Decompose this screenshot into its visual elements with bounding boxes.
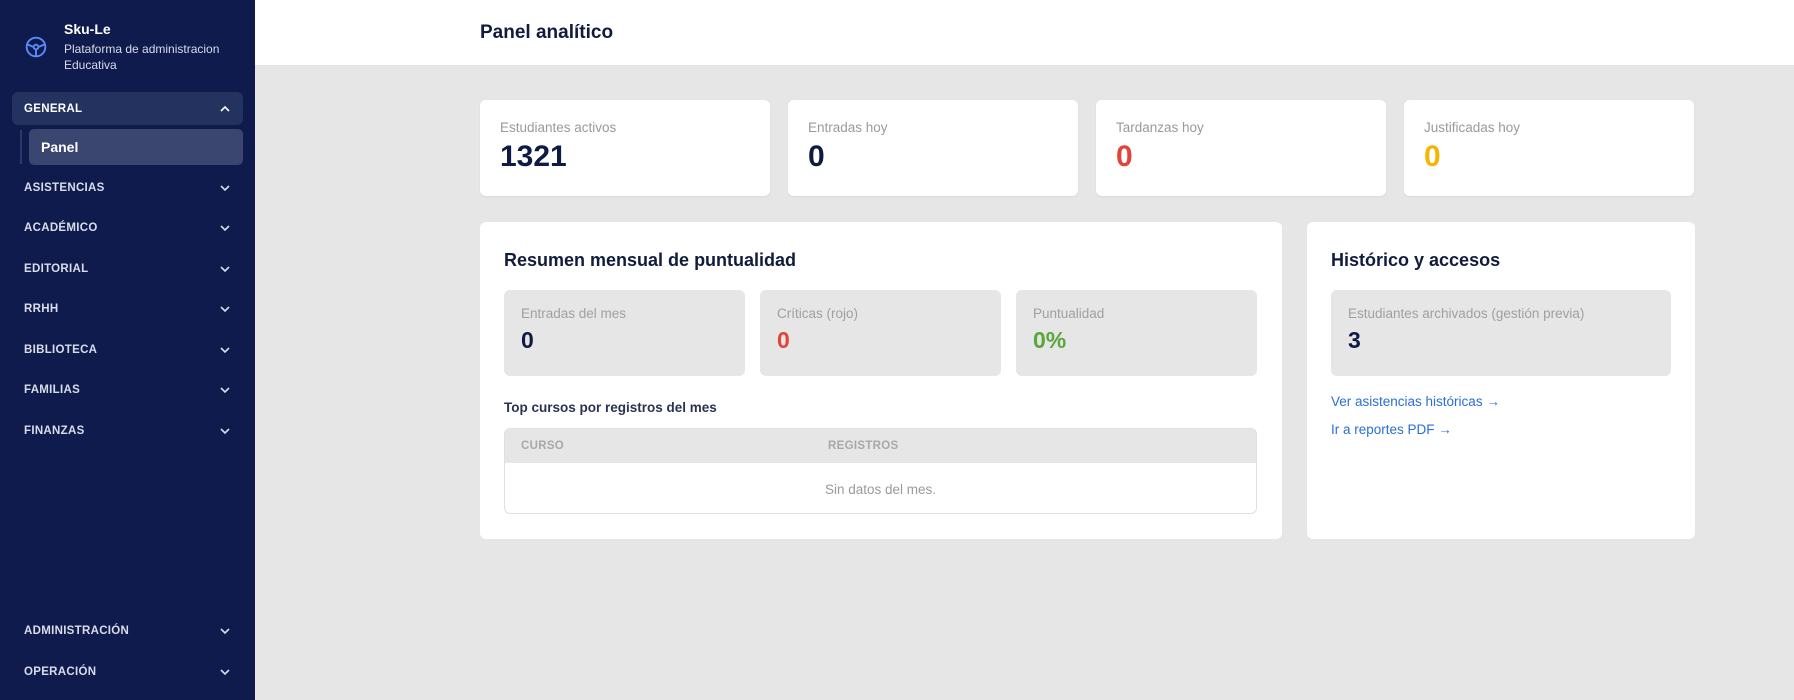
steering-wheel-icon [25,36,47,58]
chevron-down-icon [220,266,230,273]
metric-value: 0 [521,327,534,353]
brand-subtitle: Plataforma de administracion Educativa [64,42,220,72]
sidebar-section-biblioteca[interactable]: BIBLIOTECA [12,334,243,366]
chevron-down-icon [220,225,230,232]
sidebar-section-asistencias[interactable]: ASISTENCIAS [12,172,243,204]
metric-estudiantes-archivados: Estudiantes archivados (gestión previa) … [1331,290,1671,376]
sidebar-section-label: OPERACIÓN [24,666,97,678]
table-empty-message: Sin datos del mes. [824,481,937,497]
history-panel: Histórico y accesos Estudiantes archivad… [1307,222,1695,539]
stat-value: 1321 [500,140,567,173]
stat-value: 0 [808,140,825,173]
stat-card-tardanzas-hoy: Tardanzas hoy 0 [1096,100,1386,196]
stat-value: 0 [1424,140,1441,173]
stat-label: Entradas hoy [808,120,888,135]
sidebar-section-label: FINANZAS [24,425,85,437]
chevron-down-icon [220,306,230,313]
pdf-reports-link[interactable]: Ir a reportes PDF → [1331,422,1452,437]
metric-label: Entradas del mes [521,306,627,321]
sidebar-section-label: ADMINISTRACIÓN [24,625,130,637]
panel-title: Resumen mensual de puntualidad [504,250,797,270]
chevron-down-icon [220,669,230,676]
sidebar-section-label: RRHH [24,303,59,315]
stat-label: Estudiantes activos [500,120,617,135]
sidebar-section-operacion[interactable]: OPERACIÓN [12,656,243,688]
metric-entradas-del-mes: Entradas del mes 0 [504,290,745,376]
sidebar-section-label: ASISTENCIAS [24,182,105,194]
panel-title: Histórico y accesos [1331,250,1501,270]
metric-value: 3 [1348,327,1361,353]
sidebar-section-academico[interactable]: ACADÉMICO [12,212,243,244]
top-courses-table: CURSO REGISTROS Sin datos del mes. [504,428,1257,514]
column-header-registros[interactable]: REGISTROS [828,440,898,452]
metric-criticas: Críticas (rojo) 0 [760,290,1001,376]
metric-label: Puntualidad [1033,306,1105,321]
chevron-up-icon [220,105,230,112]
sidebar-section-general[interactable]: GENERAL [12,92,243,125]
chevron-down-icon [220,185,230,192]
historical-attendance-link[interactable]: Ver asistencias históricas → [1331,394,1500,409]
sidebar-section-rrhh[interactable]: RRHH [12,293,243,325]
sidebar-section-label: BIBLIOTECA [24,344,98,356]
page-title: Panel analítico [480,22,614,43]
sidebar-section-label: GENERAL [24,102,83,115]
metric-label: Estudiantes archivados (gestión previa) [1348,306,1585,321]
submenu-line [20,130,22,164]
table-header: CURSO REGISTROS [505,429,1256,463]
monthly-summary-panel: Resumen mensual de puntualidad Entradas … [480,222,1282,539]
sidebar-section-label: EDITORIAL [24,263,89,275]
stat-label: Tardanzas hoy [1116,120,1204,135]
brand-name: Sku-Le [64,21,111,37]
stat-card-justificadas-hoy: Justificadas hoy 0 [1404,100,1694,196]
column-header-curso[interactable]: CURSO [505,440,828,452]
sidebar-section-label: FAMILIAS [24,384,81,396]
sidebar: Sku-Le Plataforma de administracion Educ… [0,0,255,700]
chevron-down-icon [220,347,230,354]
stat-label: Justificadas hoy [1424,120,1521,135]
stat-value: 0 [1116,140,1133,173]
chevron-down-icon [220,428,230,435]
stat-card-entradas-hoy: Entradas hoy 0 [788,100,1078,196]
chevron-down-icon [220,628,230,635]
metric-label: Críticas (rojo) [777,306,859,321]
sidebar-section-label: ACADÉMICO [24,222,98,234]
sidebar-section-administracion[interactable]: ADMINISTRACIÓN [12,615,243,647]
sidebar-section-familias[interactable]: FAMILIAS [12,374,243,406]
top-courses-title: Top cursos por registros del mes [504,400,717,415]
stat-card-estudiantes-activos: Estudiantes activos 1321 [480,100,770,196]
metric-value: 0% [1033,327,1067,353]
sidebar-section-finanzas[interactable]: FINANZAS [12,415,243,447]
metric-puntualidad: Puntualidad 0% [1016,290,1257,376]
brand[interactable]: Sku-Le Plataforma de administracion Educ… [22,20,234,73]
sidebar-item-panel[interactable]: Panel [29,129,243,165]
chevron-down-icon [220,387,230,394]
metric-value: 0 [777,327,790,353]
top-bar: Panel analítico [255,0,1794,66]
sidebar-section-editorial[interactable]: EDITORIAL [12,253,243,285]
